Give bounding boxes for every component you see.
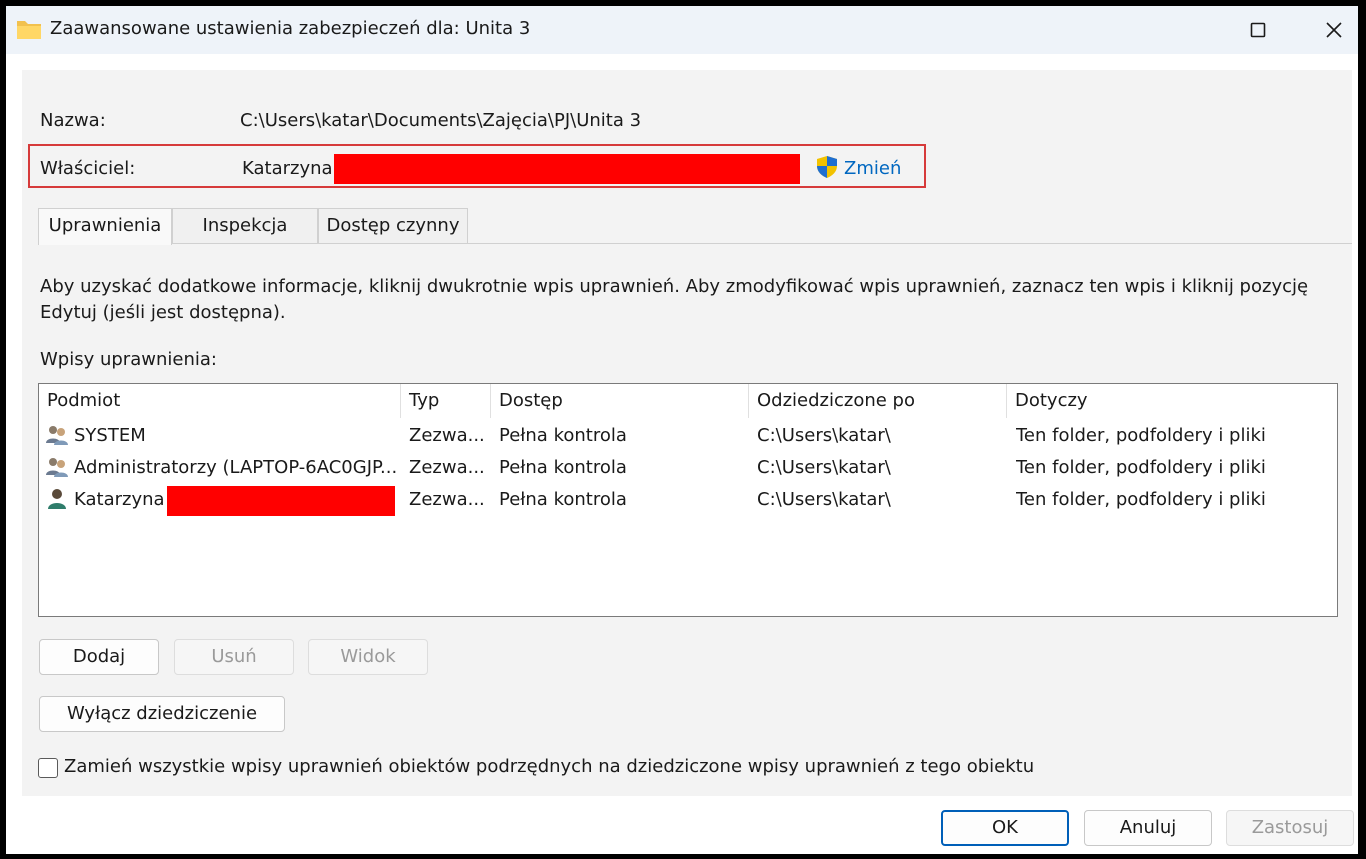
user-icon [48,489,66,509]
cancel-button[interactable]: Anuluj [1084,810,1212,846]
replace-child-permissions-checkbox[interactable] [38,758,58,778]
group-icon [46,426,68,445]
owner-label: Właściciel: [40,158,136,179]
cell-access: Pełna kontrola [499,457,627,478]
cell-access: Pełna kontrola [499,425,627,446]
cell-type: Zezwa... [409,457,485,478]
owner-value: Katarzyna [242,158,333,179]
name-value[interactable]: C:\Users\katar\Documents\Zajęcia\PJ\Unit… [240,110,641,131]
shield-icon [817,156,837,178]
column-header-access[interactable]: Dostęp [491,384,749,418]
apply-button[interactable]: Zastosuj [1226,810,1354,846]
tab-effective-access[interactable]: Dostęp czynny [318,208,468,244]
cell-inherited: C:\Users\katar\ [757,489,891,510]
security-dialog: Zaawansowane ustawienia zabezpieczeń dla… [6,6,1358,854]
remove-button[interactable]: Usuń [174,639,294,675]
cell-access: Pełna kontrola [499,489,627,510]
cell-applies: Ten folder, podfoldery i pliki [1016,489,1266,510]
cell-type: Zezwa... [409,489,485,510]
info-text-line1: Aby uzyskać dodatkowe informacje, klikni… [40,276,1309,297]
column-header-principal[interactable]: Podmiot [39,384,401,418]
dialog-footer: OK Anuluj Zastosuj [6,796,1358,854]
disable-inheritance-button[interactable]: Wyłącz dziedziczenie [39,696,285,732]
entries-label: Wpisy uprawnienia: [40,349,217,370]
table-row[interactable]: Administratorzy (LAPTOP-6AC0GJP... Zezwa… [39,452,1337,484]
view-button[interactable]: Widok [308,639,428,675]
info-text-line2: Edytuj (jeśli jest dostępna). [40,302,286,323]
cell-inherited: C:\Users\katar\ [757,457,891,478]
change-owner-link[interactable]: Zmień [844,158,901,179]
table-row[interactable]: SYSTEM Zezwa... Pełna kontrola C:\Users\… [39,420,1337,452]
tab-divider [38,243,1352,244]
cell-principal: Administratorzy (LAPTOP-6AC0GJP... [74,457,396,478]
close-icon [1326,22,1342,38]
maximize-icon [1250,22,1266,38]
title-bar[interactable]: Zaawansowane ustawienia zabezpieczeń dla… [6,6,1358,54]
table-row[interactable]: Katarzyna Zezwa... Pełna kontrola C:\Use… [39,484,1337,516]
dialog-content: Nazwa: C:\Users\katar\Documents\Zajęcia\… [22,70,1352,796]
cell-inherited: C:\Users\katar\ [757,425,891,446]
group-icon [46,458,68,477]
cell-applies: Ten folder, podfoldery i pliki [1016,425,1266,446]
tab-permissions[interactable]: Uprawnienia [38,208,172,245]
cell-applies: Ten folder, podfoldery i pliki [1016,457,1266,478]
cell-principal: Katarzyna [74,489,165,510]
name-label: Nazwa: [40,110,106,131]
column-header-type[interactable]: Typ [401,384,491,418]
cell-principal: SYSTEM [74,425,146,446]
tab-auditing[interactable]: Inspekcja [172,208,318,244]
cell-type: Zezwa... [409,425,485,446]
column-header-applies[interactable]: Dotyczy [1007,384,1337,418]
column-header-inherited[interactable]: Odziedziczone po [749,384,1007,418]
close-button[interactable] [1304,6,1358,54]
replace-child-permissions-label[interactable]: Zamień wszystkie wpisy uprawnień obiektó… [64,756,1034,777]
add-button[interactable]: Dodaj [39,639,159,675]
permission-entries-list[interactable]: Podmiot Typ Dostęp Odziedziczone po Doty… [38,383,1338,617]
maximize-button[interactable] [1228,6,1288,54]
principal-redaction [167,486,395,516]
owner-redaction [334,154,800,184]
folder-icon [17,21,41,39]
window-title: Zaawansowane ustawienia zabezpieczeń dla… [50,18,531,39]
ok-button[interactable]: OK [941,810,1069,846]
